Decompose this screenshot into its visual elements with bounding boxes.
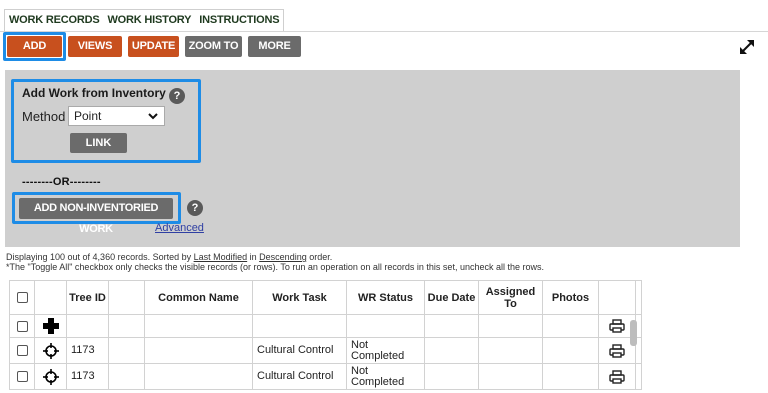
row-icon-cell xyxy=(34,363,67,390)
cell-due-date xyxy=(424,363,479,390)
header-photos[interactable]: Photos xyxy=(542,280,599,315)
tab-bar: WORK RECORDS WORK HISTORY INSTRUCTIONS xyxy=(4,9,285,31)
tab-bar-divider xyxy=(0,31,768,32)
cell-due-date xyxy=(424,337,479,364)
cell-photos xyxy=(542,363,599,390)
cell-scroll xyxy=(635,363,642,390)
table-header-row: Tree ID Common Name Work Task WR Status … xyxy=(9,280,642,315)
plus-icon[interactable] xyxy=(42,317,60,335)
table-scrollbar[interactable] xyxy=(630,320,637,346)
inventory-section-highlight xyxy=(11,79,201,163)
cell-blank xyxy=(108,337,145,364)
header-tree-id[interactable]: Tree ID xyxy=(66,280,109,315)
table-row[interactable] xyxy=(9,314,642,338)
crosshair-icon[interactable] xyxy=(42,342,60,360)
cell-work-task xyxy=(252,314,347,338)
row-checkbox[interactable] xyxy=(16,345,28,356)
cell-tree-id: 1173 xyxy=(66,337,109,364)
more-button[interactable]: MORE xyxy=(248,36,301,57)
cell-blank xyxy=(108,314,145,338)
add-button-highlight xyxy=(3,32,66,61)
row-icon-cell xyxy=(34,314,67,338)
non-inventoried-highlight xyxy=(12,192,181,224)
row-checkbox[interactable] xyxy=(16,320,28,332)
print-icon[interactable] xyxy=(609,369,625,384)
cell-common-name xyxy=(144,314,253,338)
header-print-col xyxy=(598,280,636,315)
sort-order-link[interactable]: Descending xyxy=(259,252,307,262)
toggle-all-cell xyxy=(9,280,35,315)
header-work-task[interactable]: Work Task xyxy=(252,280,347,315)
info-text: in xyxy=(247,252,260,262)
tab-instructions[interactable]: INSTRUCTIONS xyxy=(195,10,283,31)
print-icon[interactable] xyxy=(609,343,625,358)
cell-due-date xyxy=(424,314,479,338)
header-icon-col xyxy=(34,280,67,315)
cell-assigned-to xyxy=(478,314,543,338)
header-scroll-col xyxy=(635,280,642,315)
cell-blank xyxy=(108,363,145,390)
row-checkbox-cell xyxy=(9,363,35,390)
cell-common-name xyxy=(144,363,253,390)
tab-work-history[interactable]: WORK HISTORY xyxy=(104,10,196,31)
cell-wr-status xyxy=(346,314,425,338)
expand-icon[interactable] xyxy=(736,36,758,58)
cell-tree-id: 1173 xyxy=(66,363,109,390)
row-icon-cell xyxy=(34,337,67,364)
tab-work-records[interactable]: WORK RECORDS xyxy=(5,10,104,31)
toggle-all-checkbox[interactable] xyxy=(16,292,28,303)
row-checkbox[interactable] xyxy=(16,371,28,382)
record-count-info: Displaying 100 out of 4,360 records. Sor… xyxy=(6,252,332,262)
help-icon-noninventoried[interactable]: ? xyxy=(187,200,203,216)
toggle-all-note: *The "Toggle All" checkbox only checks t… xyxy=(6,262,544,272)
info-text: Displaying 100 out of 4,360 records. Sor… xyxy=(6,252,194,262)
header-blank xyxy=(108,280,145,315)
table-row[interactable]: 1173 Cultural Control Not Completed xyxy=(9,337,642,364)
cell-wr-status: Not Completed xyxy=(346,337,425,364)
work-records-table: Tree ID Common Name Work Task WR Status … xyxy=(9,280,642,390)
cell-photos xyxy=(542,314,599,338)
update-button[interactable]: UPDATE xyxy=(128,36,179,57)
or-divider: --------OR-------- xyxy=(22,176,101,188)
cell-work-task: Cultural Control xyxy=(252,337,347,364)
cell-tree-id xyxy=(66,314,109,338)
cell-wr-status: Not Completed xyxy=(346,363,425,390)
print-icon[interactable] xyxy=(609,319,625,333)
row-checkbox-cell xyxy=(9,337,35,364)
crosshair-icon[interactable] xyxy=(42,368,60,386)
table-row[interactable]: 1173 Cultural Control Not Completed xyxy=(9,363,642,390)
cell-photos xyxy=(542,337,599,364)
cell-print xyxy=(598,363,636,390)
cell-common-name xyxy=(144,337,253,364)
views-button[interactable]: VIEWS xyxy=(68,36,122,57)
row-checkbox-cell xyxy=(9,314,35,338)
advanced-link[interactable]: Advanced xyxy=(155,222,204,234)
zoom-to-button[interactable]: ZOOM TO xyxy=(185,36,242,57)
header-wr-status[interactable]: WR Status xyxy=(346,280,425,315)
header-assigned-to[interactable]: Assigned To xyxy=(478,280,543,315)
header-due-date[interactable]: Due Date xyxy=(424,280,479,315)
info-text: order. xyxy=(306,252,333,262)
cell-assigned-to xyxy=(478,363,543,390)
cell-assigned-to xyxy=(478,337,543,364)
cell-work-task: Cultural Control xyxy=(252,363,347,390)
header-common-name[interactable]: Common Name xyxy=(144,280,253,315)
sort-field-link[interactable]: Last Modified xyxy=(194,252,248,262)
